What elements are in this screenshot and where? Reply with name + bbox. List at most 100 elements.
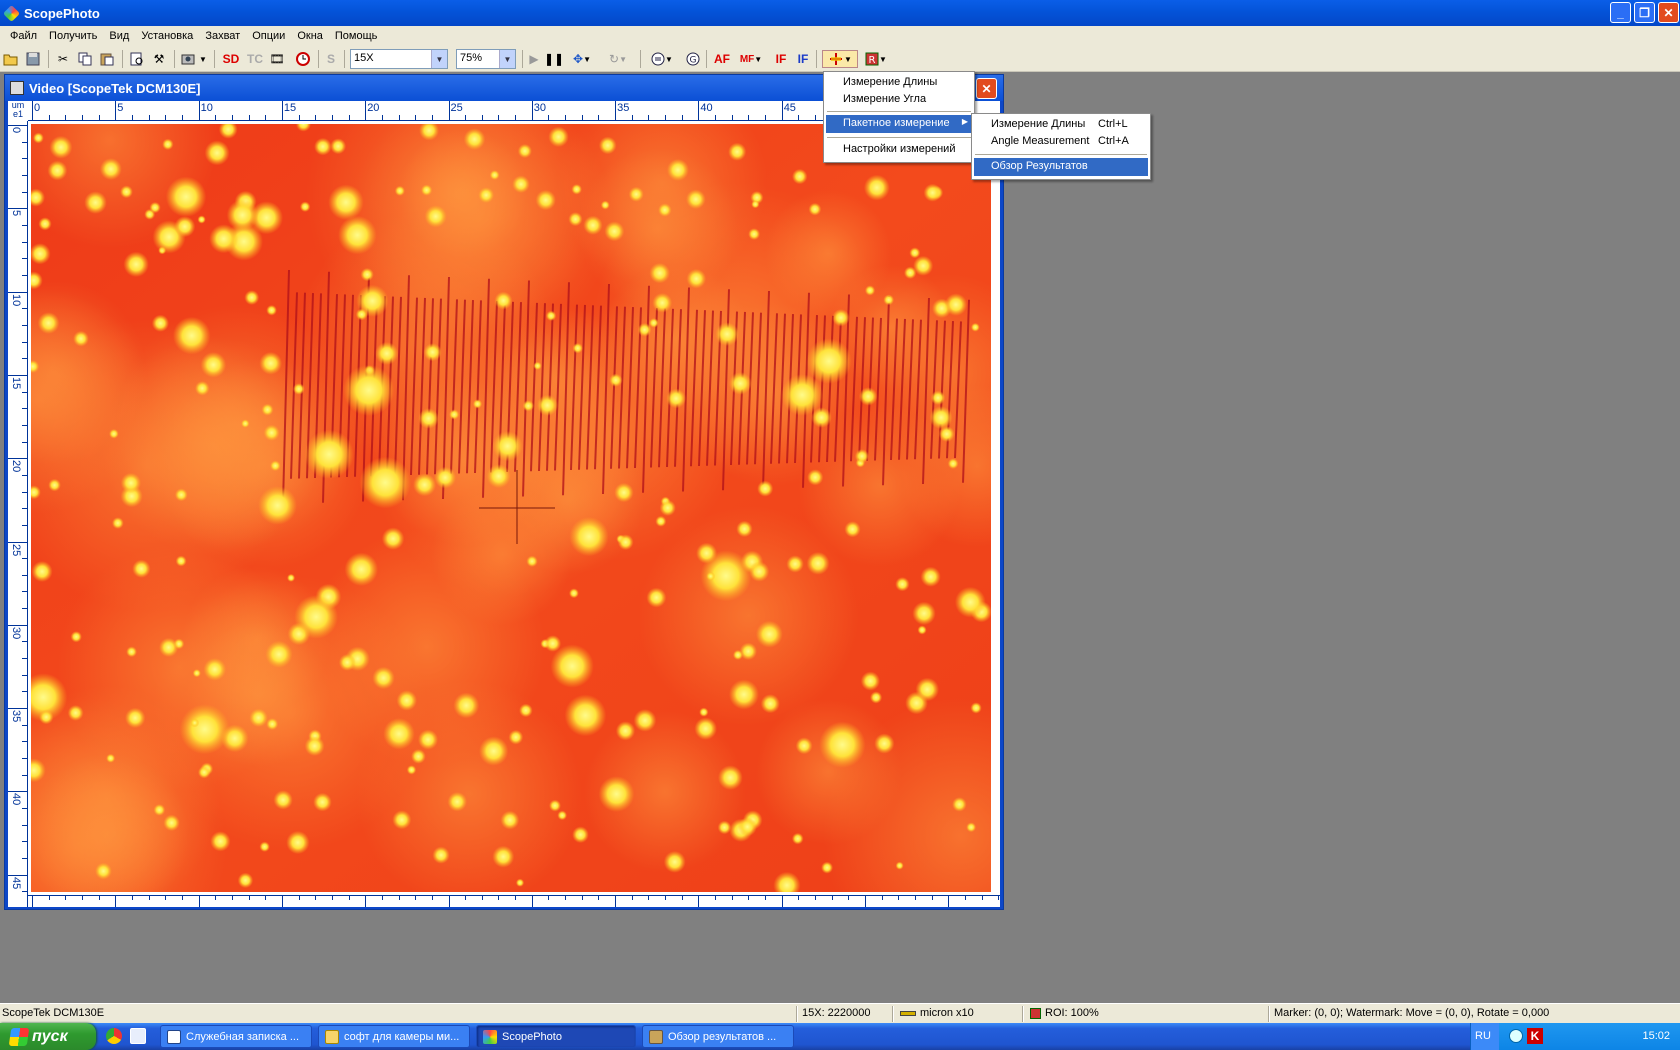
print-preview-icon[interactable]: [128, 50, 146, 68]
menu-item-length-measure[interactable]: Измерение Длины: [826, 74, 972, 92]
image-texture: [47, 160, 68, 181]
image-texture: [258, 485, 297, 525]
timer-icon[interactable]: [294, 50, 312, 68]
ruler-tick: [22, 808, 28, 810]
cut-icon[interactable]: ✂: [54, 50, 72, 68]
menu-setup[interactable]: Установка: [135, 30, 199, 42]
roi-dropdown-button[interactable]: R ▼: [862, 50, 890, 68]
tc-button[interactable]: TC: [246, 50, 264, 68]
rotate-icon[interactable]: ↻ ▼: [604, 50, 632, 68]
close-button[interactable]: ✕: [1658, 2, 1679, 23]
image-texture: [728, 371, 752, 395]
task-folder-label: софт для камеры ми...: [344, 1030, 460, 1043]
video-window-close-button[interactable]: ✕: [976, 78, 997, 99]
menu-view[interactable]: Вид: [103, 30, 135, 42]
image-texture: [175, 555, 187, 567]
af-button[interactable]: AF: [712, 50, 732, 68]
image-texture: [792, 168, 808, 185]
image-texture: [244, 290, 260, 305]
microscope-image[interactable]: [31, 124, 991, 892]
image-texture: [209, 224, 239, 254]
menu-item-batch-measure[interactable]: Пакетное измерение ▶: [826, 115, 972, 133]
image-texture: [571, 184, 582, 195]
ruler-tick: [598, 895, 600, 900]
mf-label: MF: [739, 53, 755, 65]
ruler-tick: [22, 274, 28, 276]
task-memo[interactable]: Служебная записка ...: [160, 1025, 312, 1048]
image-texture: [304, 736, 325, 757]
language-indicator[interactable]: RU: [1471, 1023, 1499, 1050]
batch-measure-submenu: Измерение Длины Ctrl+L Angle Measurement C…: [971, 113, 1151, 180]
grid-icon[interactable]: G: [684, 50, 702, 68]
image-texture: [172, 316, 211, 355]
ruler-tick: [398, 115, 400, 121]
sd-button[interactable]: SD: [222, 50, 240, 68]
mf-button[interactable]: MF ▼: [736, 50, 766, 68]
measure-dropdown-button[interactable]: ▼: [822, 50, 858, 68]
minimize-button[interactable]: _: [1610, 2, 1631, 23]
bottom-ruler: [28, 895, 1000, 907]
camera-icon[interactable]: ▼: [180, 50, 208, 68]
system-tray: RU K 15:02: [1470, 1023, 1680, 1050]
s-button[interactable]: S: [324, 50, 338, 68]
menu-capture[interactable]: Захват: [199, 30, 246, 42]
save-icon[interactable]: [24, 50, 42, 68]
image-texture: [517, 143, 532, 159]
menu-item-angle-measure[interactable]: Измерение Угла: [826, 91, 972, 109]
ruler-tick: [22, 658, 28, 660]
play-icon[interactable]: ▶: [526, 50, 542, 68]
open-icon[interactable]: [2, 50, 20, 68]
menu-file[interactable]: Файл: [4, 30, 43, 42]
submenu-item-angle[interactable]: Angle Measurement Ctrl+A: [974, 133, 1148, 151]
image-texture: [106, 753, 116, 763]
chrome-quicklaunch-icon[interactable]: [106, 1028, 122, 1044]
menu-windows[interactable]: Окна: [291, 30, 329, 42]
status-scale: micron x10: [900, 1007, 974, 1019]
paste-icon[interactable]: [98, 50, 116, 68]
submenu-item-length[interactable]: Измерение Длины Ctrl+L: [974, 116, 1148, 134]
antivirus-icon[interactable]: K: [1527, 1028, 1543, 1044]
network-icon[interactable]: [1509, 1029, 1523, 1043]
overlay-icon[interactable]: ▼: [648, 50, 676, 68]
task-folder[interactable]: софт для камеры ми...: [318, 1025, 470, 1048]
ruler-tick: [548, 115, 550, 121]
image-texture: [190, 718, 200, 728]
task-results[interactable]: Обзор результатов ...: [642, 1025, 794, 1048]
image-texture: [286, 830, 310, 855]
image-texture: [633, 709, 657, 732]
ruler-tick: [298, 895, 300, 900]
image-texture: [568, 212, 583, 227]
image-texture: [545, 310, 557, 321]
image-texture: [99, 158, 122, 181]
menu-item-measure-settings[interactable]: Настройки измерений: [826, 141, 972, 159]
menu-options[interactable]: Опции: [246, 30, 291, 42]
if-red-button[interactable]: IF: [772, 50, 790, 68]
image-texture: [696, 542, 718, 564]
start-button[interactable]: пуск: [0, 1023, 96, 1050]
image-texture: [786, 555, 804, 573]
submenu-item-results-overview[interactable]: Обзор Результатов: [974, 158, 1148, 176]
maximize-button[interactable]: ❐: [1634, 2, 1655, 23]
if-blue-button[interactable]: IF: [794, 50, 812, 68]
ruler-label: 10: [10, 293, 22, 306]
image-texture: [48, 478, 61, 492]
ruler-tick: [22, 341, 28, 343]
ruler-tick: [498, 895, 500, 900]
menu-help[interactable]: Помощь: [329, 30, 384, 42]
ruler-tick: [22, 224, 28, 226]
move-icon[interactable]: ✥ ▼: [568, 50, 596, 68]
film-icon[interactable]: 🎞: [268, 50, 286, 68]
image-texture: [314, 137, 332, 156]
task-scopephoto[interactable]: ScopePhoto: [476, 1025, 636, 1048]
image-texture: [917, 625, 927, 635]
ruler-tick: [81, 115, 83, 121]
copy-icon[interactable]: [76, 50, 94, 68]
desktop-quicklaunch-icon[interactable]: [130, 1028, 146, 1044]
tools-icon[interactable]: ⚒: [150, 50, 168, 68]
image-texture: [903, 266, 917, 280]
pause-icon[interactable]: ❚❚: [544, 50, 564, 68]
image-texture: [930, 390, 946, 406]
zoom-select[interactable]: 15X ▼: [350, 49, 448, 69]
menu-get[interactable]: Получить: [43, 30, 103, 42]
percent-select[interactable]: 75% ▼: [456, 49, 516, 69]
